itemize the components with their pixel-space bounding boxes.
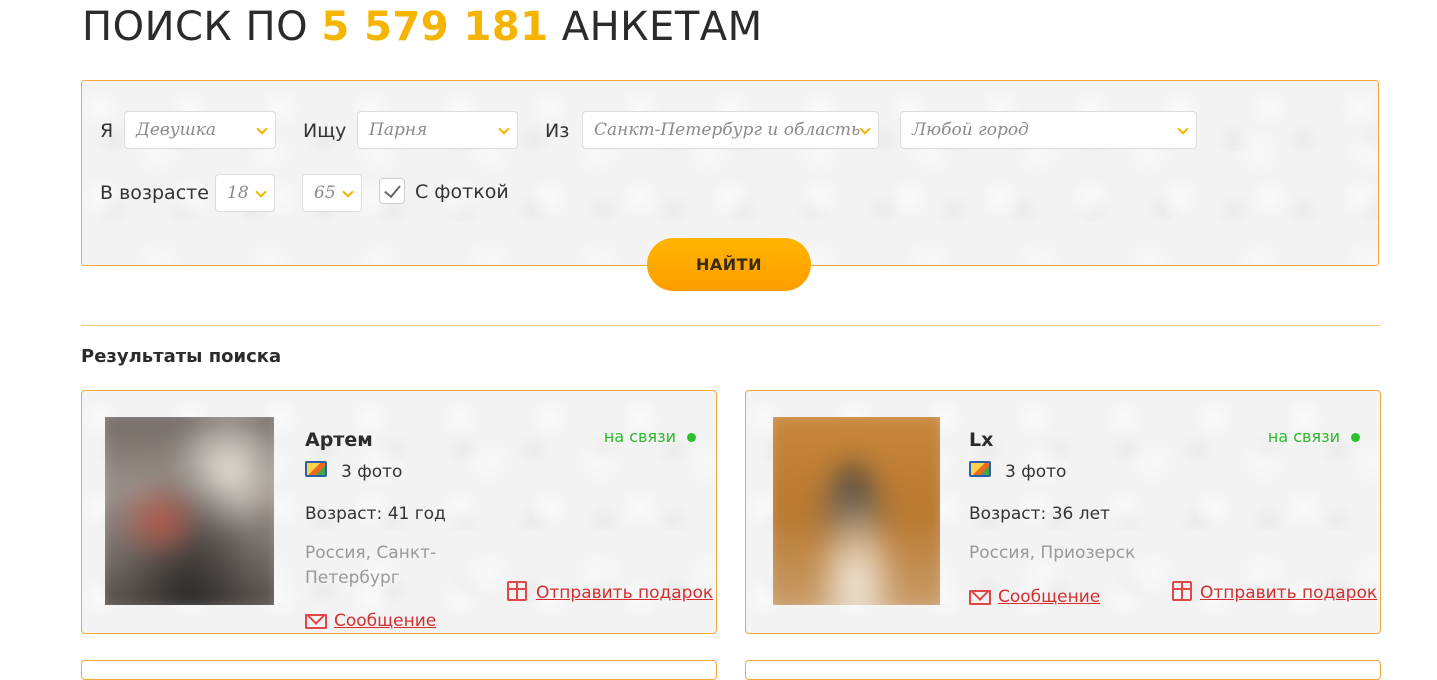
profile-photo[interactable] bbox=[105, 417, 274, 605]
chevron-down-icon bbox=[498, 123, 510, 135]
profile-card-partial bbox=[81, 660, 717, 680]
seek-label: Ищу bbox=[303, 120, 347, 142]
results-title: Результаты поиска bbox=[81, 346, 282, 367]
photo-count[interactable]: 3 фото bbox=[1005, 462, 1066, 482]
city-select[interactable]: Любой город bbox=[900, 111, 1197, 149]
profile-name[interactable]: Артем bbox=[305, 429, 373, 451]
online-dot-icon bbox=[1351, 433, 1360, 442]
chevron-down-icon bbox=[255, 186, 267, 198]
page-title: ПОИСК ПО 5 579 181 АНКЕТАМ bbox=[82, 4, 763, 50]
profile-location: Россия, Приозерск bbox=[969, 543, 1136, 563]
profile-name[interactable]: Lx bbox=[969, 429, 993, 451]
title-suffix: АНКЕТАМ bbox=[561, 4, 763, 50]
region-select[interactable]: Санкт-Петербург и область bbox=[582, 111, 879, 149]
online-status: на связи bbox=[603, 427, 676, 446]
from-label: Из bbox=[545, 120, 570, 142]
profile-photo[interactable] bbox=[773, 417, 940, 605]
region-select-value: Санкт-Петербург и область bbox=[594, 120, 861, 140]
find-button[interactable]: НАЙТИ bbox=[647, 238, 811, 291]
gender-select[interactable]: Девушка bbox=[124, 111, 276, 149]
age-to-value: 65 bbox=[314, 183, 336, 203]
envelope-icon[interactable] bbox=[305, 614, 327, 629]
photo-icon bbox=[969, 461, 991, 477]
seek-select[interactable]: Парня bbox=[357, 111, 518, 149]
online-status: на связи bbox=[1267, 427, 1340, 446]
profile-card[interactable]: Lx на связи 3 фото Возраст: 36 лет Росси… bbox=[745, 390, 1381, 634]
photo-count[interactable]: 3 фото bbox=[341, 462, 402, 482]
gift-icon[interactable] bbox=[1172, 581, 1192, 601]
profile-card[interactable]: Артем на связи 3 фото Возраст: 41 год Ро… bbox=[81, 390, 717, 634]
divider bbox=[81, 325, 1380, 326]
gift-icon[interactable] bbox=[507, 581, 527, 601]
chevron-down-icon bbox=[342, 186, 354, 198]
i-label: Я bbox=[100, 120, 114, 142]
photo-icon bbox=[305, 461, 327, 477]
profile-location: Россия, Санкт-Петербург bbox=[305, 543, 437, 588]
send-gift-link[interactable]: Отправить подарок bbox=[1200, 583, 1377, 603]
chevron-down-icon bbox=[1177, 123, 1189, 135]
with-photo-checkbox[interactable] bbox=[379, 178, 405, 204]
age-from-select[interactable]: 18 bbox=[215, 174, 275, 212]
age-from-value: 18 bbox=[227, 183, 249, 203]
age-label: В возрасте bbox=[100, 182, 209, 204]
with-photo-label[interactable]: С фоткой bbox=[415, 181, 509, 203]
envelope-icon[interactable] bbox=[969, 590, 991, 605]
gender-select-value: Девушка bbox=[136, 120, 217, 140]
profile-age: Возраст: 41 год bbox=[305, 504, 446, 524]
profile-card-partial bbox=[745, 660, 1381, 680]
city-select-value: Любой город bbox=[912, 120, 1029, 140]
message-link[interactable]: Сообщение bbox=[334, 611, 436, 631]
profiles-count: 5 579 181 bbox=[321, 4, 549, 50]
profile-age: Возраст: 36 лет bbox=[969, 504, 1110, 524]
title-prefix: ПОИСК ПО bbox=[82, 4, 309, 50]
chevron-down-icon bbox=[859, 123, 871, 135]
send-gift-link[interactable]: Отправить подарок bbox=[536, 583, 713, 603]
message-link[interactable]: Сообщение bbox=[998, 587, 1100, 607]
seek-select-value: Парня bbox=[369, 120, 428, 140]
age-to-select[interactable]: 65 bbox=[302, 174, 362, 212]
chevron-down-icon bbox=[256, 123, 268, 135]
online-dot-icon bbox=[687, 433, 696, 442]
